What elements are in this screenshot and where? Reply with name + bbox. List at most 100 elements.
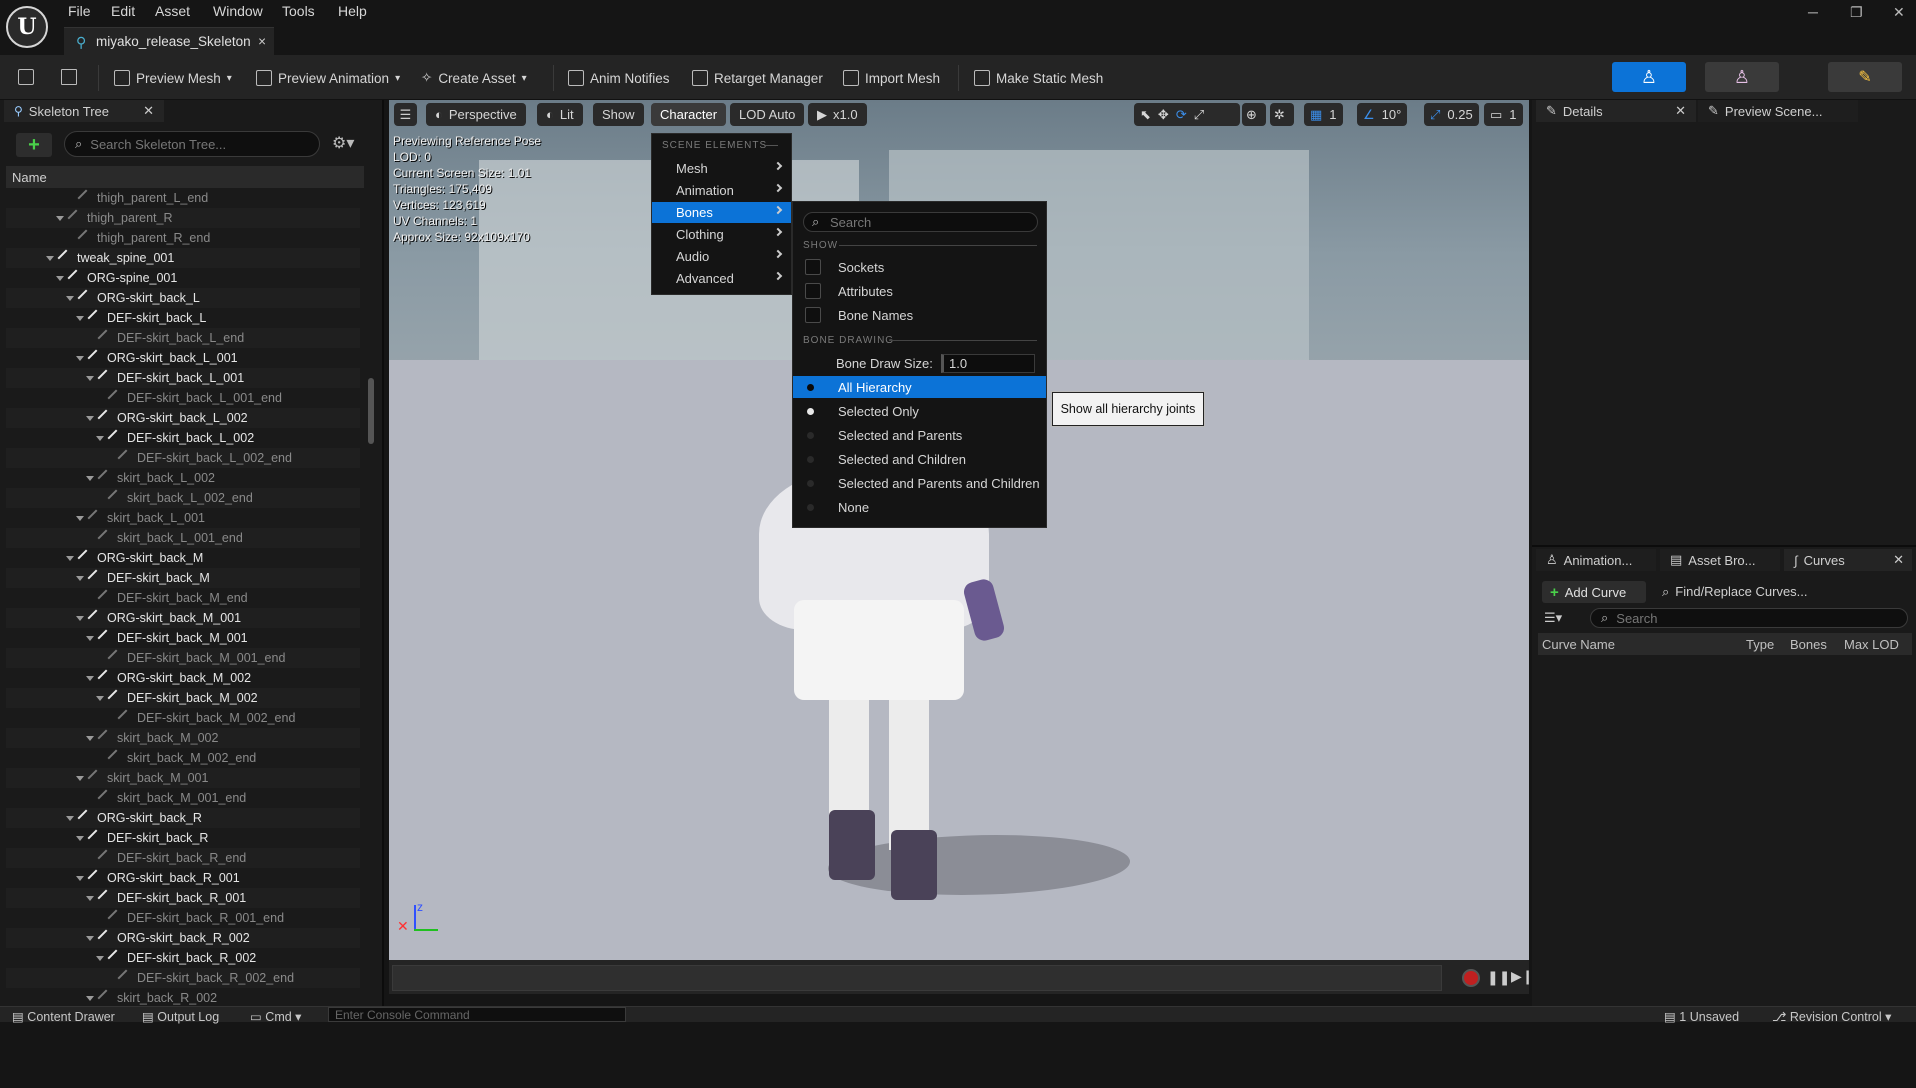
camera-speed-button[interactable]: ▭ 1 (1484, 103, 1523, 126)
menu-asset[interactable]: Asset (155, 3, 190, 21)
details-tab[interactable]: ✎ Details ✕ (1536, 100, 1696, 122)
radio-icon[interactable] (807, 479, 814, 487)
grid-snap-button[interactable]: ▦ 1 (1304, 103, 1343, 126)
expand-arrow-icon[interactable] (86, 995, 94, 1001)
rotate-icon[interactable]: ⟳ (1176, 107, 1187, 123)
tree-row[interactable]: thigh_parent_L_end (6, 188, 360, 208)
tree-row[interactable]: skirt_back_R_002 (6, 988, 360, 1008)
transform-tools[interactable]: ⬉ ✥ ⟳ ⤢ (1134, 103, 1240, 126)
menu-help[interactable]: Help (338, 3, 367, 21)
preview-mesh-button[interactable]: Preview Mesh ▾ (114, 67, 232, 89)
tree-row[interactable]: ORG-skirt_back_R (6, 808, 360, 828)
local-space-button[interactable]: ⊕ (1242, 103, 1266, 126)
find-replace-curves-button[interactable]: ⌕ Find/Replace Curves... (1662, 584, 1808, 600)
import-mesh-button[interactable]: Import Mesh (843, 67, 940, 89)
scale-snap-button[interactable]: ⤢ 0.25 (1424, 103, 1479, 126)
menu-window[interactable]: Window (213, 3, 263, 21)
expand-arrow-icon[interactable] (86, 735, 94, 741)
record-icon[interactable] (1462, 969, 1480, 987)
anim-notifies-button[interactable]: Anim Notifies (568, 67, 670, 89)
expand-arrow-icon[interactable] (76, 355, 84, 361)
tree-row[interactable]: ORG-skirt_back_M_002 (6, 668, 360, 688)
character-button[interactable]: Character (651, 103, 727, 126)
tree-row[interactable]: ORG-skirt_back_R_001 (6, 868, 360, 888)
tree-row[interactable]: DEF-skirt_back_R (6, 828, 360, 848)
attributes-option[interactable]: Attributes (793, 280, 1046, 302)
tree-row[interactable]: DEF-skirt_back_R_002 (6, 948, 360, 968)
column-bones[interactable]: Bones (1790, 637, 1827, 652)
tree-row[interactable]: DEF-skirt_back_M_001 (6, 628, 360, 648)
expand-arrow-icon[interactable] (66, 295, 74, 301)
restore-button[interactable]: ❐ (1850, 4, 1863, 21)
tree-row[interactable]: ORG-spine_001 (6, 268, 360, 288)
tree-row[interactable]: DEF-skirt_back_L_001 (6, 368, 360, 388)
expand-arrow-icon[interactable] (86, 375, 94, 381)
column-type[interactable]: Type (1746, 637, 1774, 652)
tree-row[interactable]: skirt_back_M_001_end (6, 788, 360, 808)
tree-row[interactable]: DEF-skirt_back_L_end (6, 328, 360, 348)
expand-arrow-icon[interactable] (86, 635, 94, 641)
tree-row[interactable]: DEF-skirt_back_L (6, 308, 360, 328)
curves-tab[interactable]: ∫ Curves ✕ (1784, 549, 1912, 571)
radio-icon[interactable] (807, 431, 814, 439)
character-menu-item-clothing[interactable]: Clothing (652, 224, 791, 245)
unreal-logo-icon[interactable]: U (6, 6, 48, 48)
expand-arrow-icon[interactable] (66, 555, 74, 561)
bone-drawing-option[interactable]: Selected and Parents (793, 424, 1046, 446)
expand-arrow-icon[interactable] (76, 875, 84, 881)
column-curve-name[interactable]: Curve Name (1542, 637, 1615, 652)
scale-icon[interactable]: ⤢ (1194, 107, 1204, 123)
tree-row[interactable]: ORG-skirt_back_L_001 (6, 348, 360, 368)
tree-row[interactable]: DEF-skirt_back_L_002 (6, 428, 360, 448)
asset-tab[interactable]: ⚲ miyako_release_Skeleton × (64, 27, 274, 55)
details-close-icon[interactable]: ✕ (1675, 103, 1686, 119)
skeleton-tree-close-icon[interactable]: ✕ (143, 103, 154, 119)
tree-row[interactable]: skirt_back_M_002 (6, 728, 360, 748)
tree-row[interactable]: ORG-skirt_back_M_001 (6, 608, 360, 628)
make-static-mesh-button[interactable]: Make Static Mesh (974, 67, 1103, 89)
skeleton-tree-tab[interactable]: ⚲ Skeleton Tree ✕ (4, 100, 164, 122)
lit-button[interactable]: ◐ Lit (537, 103, 583, 126)
asset-browser-tab[interactable]: ▤ Asset Bro... (1660, 549, 1780, 571)
tree-row[interactable]: DEF-skirt_back_M_002_end (6, 708, 360, 728)
tree-row[interactable]: DEF-skirt_back_M_002 (6, 688, 360, 708)
expand-arrow-icon[interactable] (96, 435, 104, 441)
add-curve-button[interactable]: + Add Curve (1542, 581, 1646, 603)
character-menu-item-audio[interactable]: Audio (652, 246, 791, 267)
column-max-lod[interactable]: Max LOD (1844, 637, 1912, 652)
close-window-button[interactable]: ✕ (1893, 4, 1905, 21)
expand-arrow-icon[interactable] (86, 475, 94, 481)
tree-row[interactable]: ORG-skirt_back_L (6, 288, 360, 308)
expand-arrow-icon[interactable] (56, 275, 64, 281)
skeleton-search-input[interactable]: ⌕ Search Skeleton Tree... (64, 131, 320, 157)
tree-row[interactable]: skirt_back_M_001 (6, 768, 360, 788)
preview-animation-button[interactable]: Preview Animation ▾ (256, 67, 400, 89)
show-button[interactable]: Show (593, 103, 644, 126)
tree-row[interactable]: DEF-skirt_back_L_002_end (6, 448, 360, 468)
viewport-options-button[interactable]: ☰ (394, 103, 417, 126)
create-asset-button[interactable]: ✧ Create Asset ▾ (421, 67, 527, 89)
bone-draw-size-input[interactable]: 1.0 (941, 354, 1035, 373)
radio-icon[interactable] (807, 455, 814, 463)
playback-speed-button[interactable]: ▶ x1.0 (808, 103, 867, 126)
minimize-button[interactable]: ─ (1808, 4, 1818, 20)
bone-drawing-option[interactable]: None (793, 496, 1046, 518)
expand-arrow-icon[interactable] (96, 695, 104, 701)
expand-arrow-icon[interactable] (76, 515, 84, 521)
tree-row[interactable]: skirt_back_L_001 (6, 508, 360, 528)
tree-row[interactable]: DEF-skirt_back_M_001_end (6, 648, 360, 668)
tree-row[interactable]: skirt_back_L_002_end (6, 488, 360, 508)
surface-snap-button[interactable]: ✲ (1270, 103, 1294, 126)
tree-row[interactable]: DEF-skirt_back_L_001_end (6, 388, 360, 408)
pause-icon[interactable]: ❚❚ (1487, 969, 1510, 986)
bone-names-checkbox[interactable] (805, 307, 821, 323)
sockets-option[interactable]: Sockets (793, 256, 1046, 278)
character-menu-item-animation[interactable]: Animation (652, 180, 791, 201)
timeline-scrubber[interactable] (392, 965, 1442, 991)
radio-icon[interactable] (807, 503, 814, 511)
bone-drawing-option[interactable]: All Hierarchy (793, 376, 1046, 398)
attributes-checkbox[interactable] (805, 283, 821, 299)
menu-file[interactable]: File (68, 3, 91, 21)
expand-arrow-icon[interactable] (86, 675, 94, 681)
bone-drawing-option[interactable]: Selected and Parents and Children (793, 472, 1046, 494)
